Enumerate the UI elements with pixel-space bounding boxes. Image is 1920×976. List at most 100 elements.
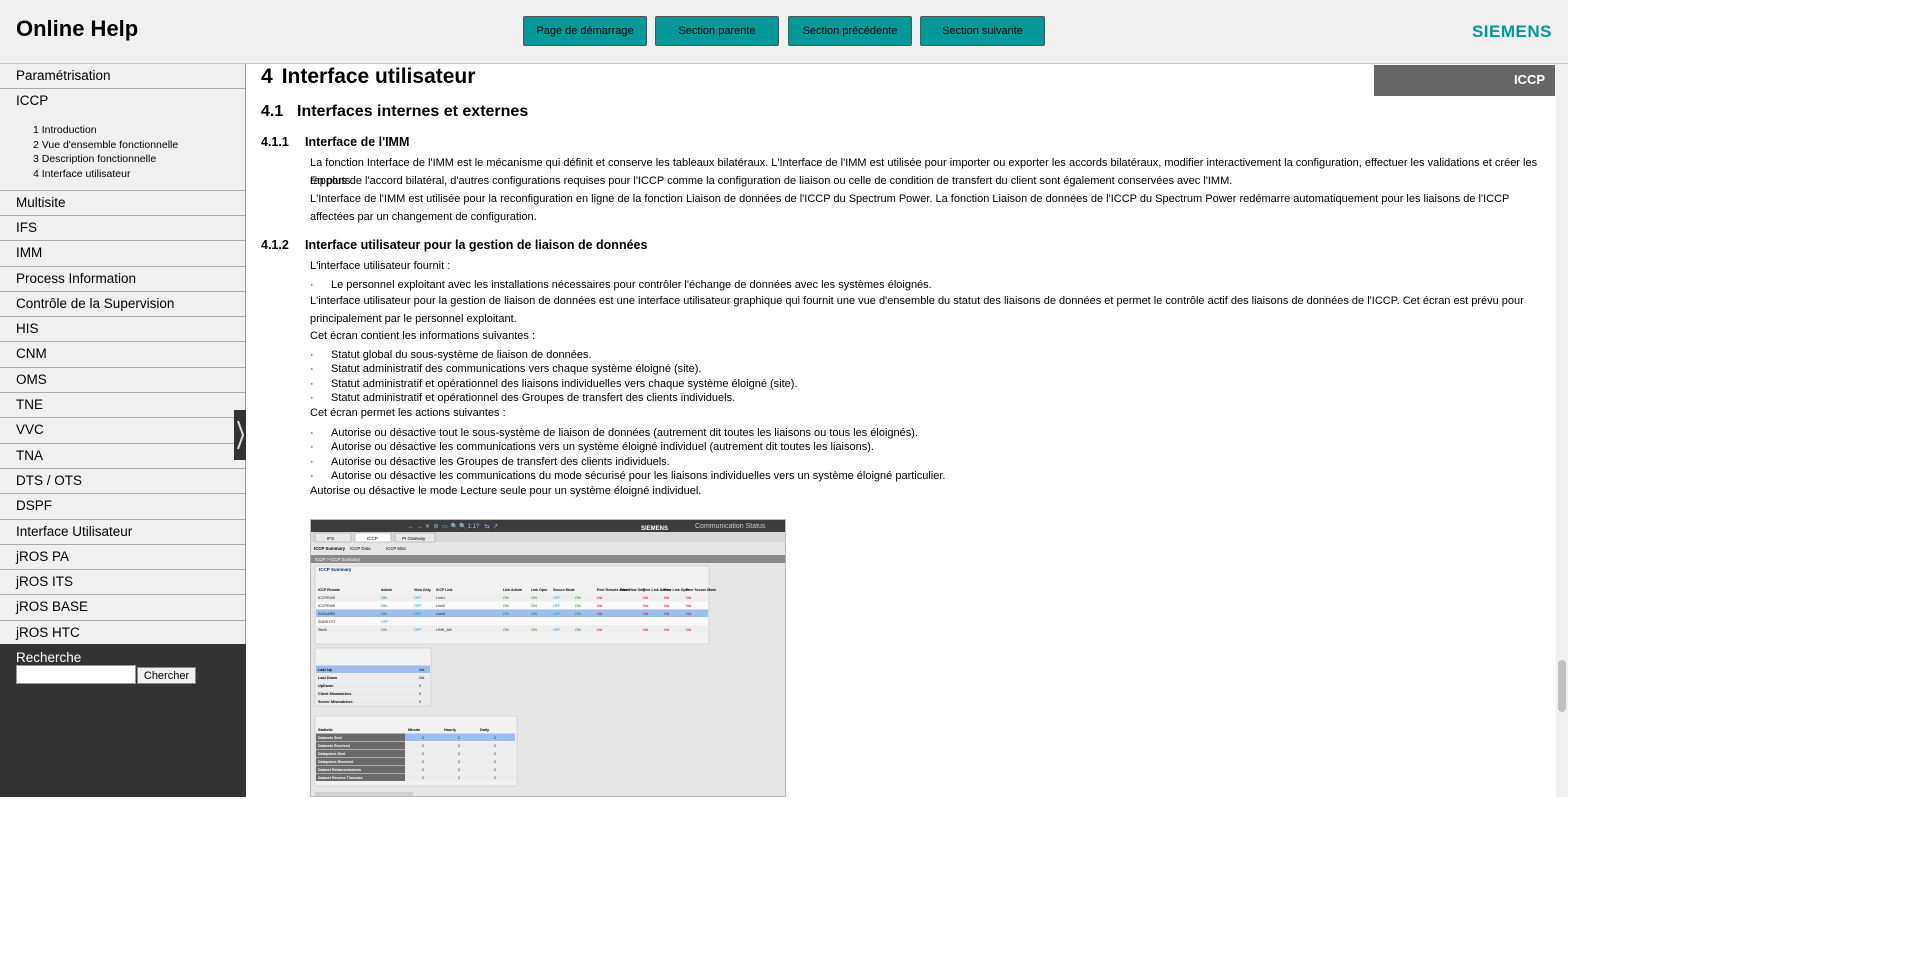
shot-summary-cell: ON <box>575 596 581 600</box>
shot-stats-cell: 0 <box>494 752 496 756</box>
shot-summary-cell: ON <box>381 628 387 632</box>
shot-summary-cell: ICCPEMS <box>318 604 336 608</box>
shot-summary-cell: ON <box>575 612 581 616</box>
shot-summary-header: Link Oper <box>531 588 548 592</box>
shot-breadcrumb: ICCP > ICCP Summary <box>315 557 361 562</box>
shot-summary-row <box>316 601 708 609</box>
shot-summary-header: View Only <box>414 588 431 592</box>
search-button[interactable]: Chercher <box>137 667 196 684</box>
sidebar-item-dts-ots[interactable]: DTS / OTS <box>0 469 245 495</box>
shot-link-value: 0 <box>419 700 421 704</box>
shot-toolbar-icon: ⇆ <box>485 523 490 530</box>
home-page-button[interactable]: Page de démarrage <box>523 16 647 46</box>
shot-summary-cell: ON <box>503 596 509 600</box>
shot-summary-title: ICCP Summary <box>319 567 352 572</box>
shot-summary-cell: SIGUARD <box>318 612 336 616</box>
shot-summary-cell: NA <box>597 612 603 616</box>
shot-stats-cell: 0 <box>494 776 496 780</box>
sidebar-subitem[interactable]: 1 Introduction <box>33 123 245 138</box>
shot-summary-cell: OFF <box>553 596 561 600</box>
bullet-item: · Autorise ou désactive les communication… <box>310 440 874 454</box>
search-label: Recherche <box>16 650 82 665</box>
shot-summary-cell: OFF <box>414 604 422 608</box>
sidebar-item-interface-utilisateur[interactable]: Interface Utilisateur <box>0 520 245 545</box>
shot-summary-row <box>316 625 708 633</box>
shot-summary-cell: ON <box>531 596 537 600</box>
chevron-left-icon <box>237 420 245 450</box>
heading-4-1-1: 4.1.1 Interface de l'IMM <box>261 135 410 149</box>
shot-stats-cell: 0 <box>458 768 460 772</box>
parent-section-button[interactable]: Section parente <box>655 16 779 46</box>
shot-stats-cell: Dataset Receive Timeouts <box>318 776 362 780</box>
heading-4-1-2: 4.1.2 Interface utilisateur pour la gesti… <box>261 238 648 252</box>
sidebar-item-jros-htc[interactable]: jROS HTC <box>0 621 245 647</box>
shot-summary-header: ICCP Remote <box>318 588 340 592</box>
shot-summary-cell: SUBSYST <box>318 620 336 624</box>
sidebar-item-process-information[interactable]: Process Information <box>0 267 245 292</box>
sidebar-item-tne[interactable]: TNE <box>0 393 245 419</box>
next-section-button[interactable]: Section suivante <box>920 16 1045 46</box>
shot-summary-cell: NA <box>643 596 649 600</box>
shot-summary-cell: Link1 <box>436 596 445 600</box>
bullet-text: Autorise ou désactive les communications… <box>331 441 874 454</box>
sidebar-item-multisite[interactable]: Multisite <box>0 191 245 216</box>
sidebar-item-imm[interactable]: IMM <box>0 241 245 267</box>
sidebar-item-his[interactable]: HIS <box>0 317 245 343</box>
paragraph: Cet écran permet les actions suivantes : <box>310 407 506 419</box>
shot-summary-cell: ON <box>575 628 581 632</box>
sidebar-item-tna[interactable]: TNA <box>0 444 245 469</box>
shot-logo: SIEMENS <box>641 526 668 532</box>
main-content: 4 Interface utilisateur ICCP 4.1 Interface… <box>246 64 1556 797</box>
sidebar-item-iccp: ICCP 1 Introduction 2 Vue d'ensemble fonc… <box>0 89 245 191</box>
sidebar-subitem[interactable]: 2 Vue d'ensemble fonctionnelle <box>33 138 245 153</box>
shot-stats-cell: 0 <box>458 752 460 756</box>
sidebar-subitem[interactable]: 3 Description fonctionnelle <box>33 152 245 167</box>
shot-tab-label: ICCP <box>367 536 378 541</box>
section-tag: ICCP <box>1374 65 1555 96</box>
sidebar-item-vvc[interactable]: VVC <box>0 418 245 444</box>
sidebar-item-jros-pa[interactable]: jROS PA <box>0 545 245 571</box>
shot-summary-cell: OFF <box>553 612 561 616</box>
shot-summary-row <box>316 593 708 601</box>
shot-summary-cell: NA <box>597 604 603 608</box>
bullet-item: · Autorise ou désactive les communication… <box>310 469 945 483</box>
sidebar-item-jros-base[interactable]: jROS BASE <box>0 595 245 621</box>
page-title: 4 Interface utilisateur <box>261 65 475 89</box>
sidebar-item-contr-le-de-la-supervision[interactable]: Contrôle de la Supervision <box>0 292 245 318</box>
shot-summary-cell: LINK_AB <box>436 628 452 632</box>
shot-stats-cell: 0 <box>422 768 424 772</box>
shot-summary-cell: OFF <box>414 628 422 632</box>
sidebar-item-dspf[interactable]: DSPF <box>0 494 245 520</box>
shot-stats-header: Daily <box>480 728 490 732</box>
shot-summary-header: Link Admin <box>503 588 522 592</box>
previous-section-button[interactable]: Section précédente <box>788 16 912 46</box>
shot-stats-cell: 0 <box>422 760 424 764</box>
shot-tab-label: PI Gateway <box>402 536 426 541</box>
shot-link-row <box>316 665 430 673</box>
shot-stats-cell: Dataset Retransmissions <box>318 768 361 772</box>
shot-summary-cell: NA <box>643 628 649 632</box>
vertical-scrollbar[interactable] <box>1556 64 1568 797</box>
sidebar-item-param-trisation[interactable]: Paramétrisation <box>0 64 245 90</box>
shot-stats-cell: Datasets Received <box>318 744 350 748</box>
bullet-text: Autorise ou désactive les Groupes de tra… <box>331 455 670 468</box>
sidebar-item-jros-its[interactable]: jROS ITS <box>0 570 245 596</box>
search-input[interactable] <box>16 665 136 684</box>
shot-link-value: NA <box>419 668 425 672</box>
shot-summary-cell: Link2 <box>436 604 445 608</box>
sidebar-item-ifs[interactable]: IFS <box>0 216 245 242</box>
shot-subtab: ICCP Summary <box>314 546 346 551</box>
scrollbar-thumb[interactable] <box>1558 660 1566 712</box>
paragraph: L'interface utilisateur pour la gestion … <box>310 295 1524 325</box>
shot-summary-cell: ON <box>531 628 537 632</box>
shot-link-label: Last Down <box>318 676 338 680</box>
shot-stats-cell: 0 <box>458 744 460 748</box>
paragraph: En plus de l'accord bilatéral, d'autres … <box>310 175 1233 187</box>
sidebar-item-cnm[interactable]: CNM <box>0 342 245 368</box>
sidebar-item-oms[interactable]: OMS <box>0 368 245 394</box>
shot-stats-cell: 0 <box>494 736 496 740</box>
sidebar-subitem[interactable]: 4 Interface utilisateur <box>33 167 245 182</box>
sidebar-item-iccp-label[interactable]: ICCP <box>0 89 245 113</box>
shot-summary-cell: ON <box>575 604 581 608</box>
sidebar-collapse-handle[interactable] <box>234 410 246 460</box>
